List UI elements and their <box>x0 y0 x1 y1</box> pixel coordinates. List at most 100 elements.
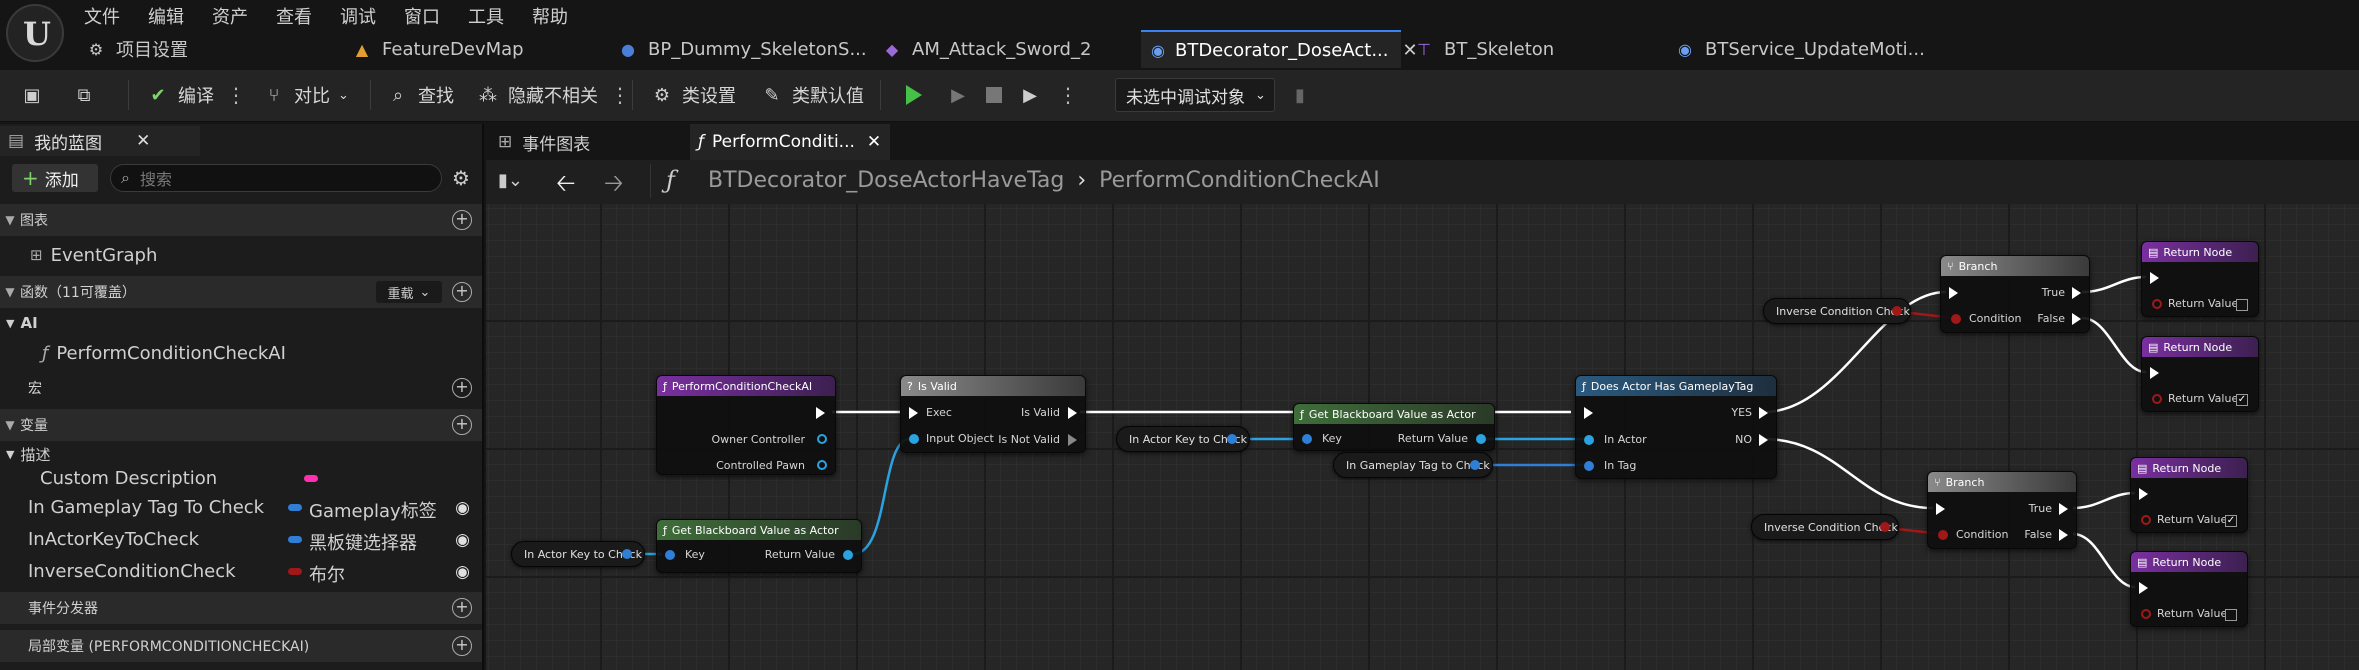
condition-pin[interactable] <box>1938 530 1948 540</box>
return-value-checkbox[interactable]: ✓ <box>2236 394 2248 406</box>
node-header: ƒ Get Blackboard Value as Actor <box>1294 404 1494 424</box>
wire-exec-true-return3 <box>2072 491 2136 510</box>
owner-pin[interactable] <box>817 434 827 444</box>
node-branch-1[interactable]: ⑂ Branch True Condition False <box>1940 255 2090 333</box>
node-header: ▤ Return Node <box>2131 552 2247 572</box>
pin-label: Owner Controller <box>711 433 805 446</box>
node-return-3[interactable]: ▤ Return Node Return Value ✓ <box>2130 457 2248 533</box>
exec-out-pin[interactable] <box>2072 313 2081 325</box>
node-get-blackboard-1[interactable]: ƒ Get Blackboard Value as Actor Key Retur… <box>656 519 862 573</box>
node-title: Does Actor Has GameplayTag <box>1590 379 1754 393</box>
pin-label: False <box>2037 312 2065 325</box>
var-node-actor-key-1[interactable]: In Actor Key to Check <box>511 541 645 567</box>
exec-out-pin[interactable] <box>2072 287 2081 299</box>
var-out-pin[interactable] <box>622 549 632 559</box>
exec-in-pin[interactable] <box>2139 582 2148 594</box>
var-label: Inverse Condition Check <box>1776 304 1910 318</box>
exec-in-pin[interactable] <box>909 407 918 419</box>
node-return-2[interactable]: ▤ Return Node Return Value ✓ <box>2141 336 2259 412</box>
function-icon: ƒ <box>1582 379 1586 393</box>
node-title: Get Blackboard Value as Actor <box>1308 407 1476 421</box>
pin-label: Input Object <box>926 432 994 445</box>
pin-label: Return Value <box>2168 297 2239 310</box>
node-header: ⑂ Branch <box>1941 256 2089 276</box>
var-out-pin[interactable] <box>1880 522 1890 532</box>
pin-label: YES <box>1731 406 1752 419</box>
exec-in-pin[interactable] <box>1936 503 1945 515</box>
exec-in-pin[interactable] <box>2150 272 2159 284</box>
return-value-checkbox[interactable] <box>2236 299 2248 311</box>
object-in-pin[interactable] <box>909 434 919 444</box>
exec-out-pin[interactable] <box>816 407 825 419</box>
var-label: In Gameplay Tag to Check <box>1346 458 1490 472</box>
return-value-pin[interactable] <box>2152 299 2162 309</box>
var-node-gameplay-tag[interactable]: In Gameplay Tag to Check <box>1333 452 1493 478</box>
node-title: Is Valid <box>917 379 957 393</box>
blueprint-editor: U 文件 编辑 资产 查看 调试 窗口 工具 帮助 ⚙ 项目设置 ▲ Feature… <box>0 0 2359 670</box>
node-return-1[interactable]: ▤ Return Node Return Value <box>2141 241 2259 317</box>
node-title: PerformConditionCheckAI <box>671 379 813 393</box>
question-icon: ? <box>907 379 913 393</box>
var-node-inverse-1[interactable]: Inverse Condition Check <box>1763 298 1911 324</box>
wire-exec-no-branch2 <box>1763 437 1934 510</box>
node-title: Get Blackboard Value as Actor <box>671 523 839 537</box>
node-is-valid[interactable]: ? Is Valid Exec Is Valid Input Object Is … <box>900 375 1086 453</box>
return-icon: ▤ <box>2148 340 2159 354</box>
pin-label: Is Not Valid <box>998 433 1060 446</box>
exec-out-pin[interactable] <box>1759 407 1768 419</box>
node-header: ƒ Get Blackboard Value as Actor <box>657 520 861 540</box>
key-pin[interactable] <box>665 550 675 560</box>
node-title: Return Node <box>2152 461 2222 475</box>
var-out-pin[interactable] <box>1227 434 1237 444</box>
return-icon: ▤ <box>2137 461 2148 475</box>
var-out-pin[interactable] <box>1470 460 1480 470</box>
pin-label: Condition <box>1956 528 2009 541</box>
node-header: ? Is Valid <box>901 376 1085 396</box>
node-header: ⑂ Branch <box>1928 472 2076 492</box>
pawn-pin[interactable] <box>817 460 827 470</box>
node-return-4[interactable]: ▤ Return Node Return Value <box>2130 551 2248 627</box>
return-value-pin[interactable] <box>2141 609 2151 619</box>
node-branch-2[interactable]: ⑂ Branch True Condition False <box>1927 471 2077 549</box>
wire-exec-false-return4 <box>2072 532 2136 589</box>
exec-in-pin[interactable] <box>2139 488 2148 500</box>
condition-pin[interactable] <box>1951 314 1961 324</box>
exec-in-pin[interactable] <box>1584 407 1593 419</box>
var-node-inverse-2[interactable]: Inverse Condition Check <box>1751 514 1899 540</box>
return-value-checkbox[interactable] <box>2225 609 2237 621</box>
exec-out-pin[interactable] <box>1068 434 1077 446</box>
exec-out-pin[interactable] <box>2059 503 2068 515</box>
exec-in-pin[interactable] <box>2150 367 2159 379</box>
function-icon: ƒ <box>663 523 667 537</box>
node-title: Return Node <box>2163 245 2233 259</box>
function-icon: ƒ <box>663 379 667 393</box>
exec-out-pin[interactable] <box>2059 529 2068 541</box>
pin-label: Return Value <box>2157 607 2228 620</box>
pin-label: In Actor <box>1604 433 1647 446</box>
actor-pin[interactable] <box>1584 435 1594 445</box>
pin-label: False <box>2024 528 2052 541</box>
return-pin[interactable] <box>1476 434 1486 444</box>
exec-out-pin[interactable] <box>1759 434 1768 446</box>
var-label: Inverse Condition Check <box>1764 520 1898 534</box>
return-value-checkbox[interactable]: ✓ <box>2225 515 2237 527</box>
node-header: ▤ Return Node <box>2142 242 2258 262</box>
node-entry[interactable]: ƒ PerformConditionCheckAI Owner Controlle… <box>656 375 836 475</box>
node-does-actor-has-tag[interactable]: ƒ Does Actor Has GameplayTag YES In Actor… <box>1575 375 1777 479</box>
pin-label: Return Value <box>1397 432 1468 445</box>
var-out-pin[interactable] <box>1892 306 1902 316</box>
node-header: ƒ Does Actor Has GameplayTag <box>1576 376 1776 396</box>
exec-out-pin[interactable] <box>1068 407 1077 419</box>
return-pin[interactable] <box>843 550 853 560</box>
pin-label: Is Valid <box>1021 406 1060 419</box>
pin-label: Exec <box>926 406 952 419</box>
exec-in-pin[interactable] <box>1949 287 1958 299</box>
return-icon: ▤ <box>2148 245 2159 259</box>
function-icon: ƒ <box>1300 407 1304 421</box>
node-get-blackboard-2[interactable]: ƒ Get Blackboard Value as Actor Key Retur… <box>1293 403 1495 451</box>
key-pin[interactable] <box>1302 434 1312 444</box>
var-node-actor-key-2[interactable]: In Actor Key to Check <box>1116 426 1250 452</box>
return-value-pin[interactable] <box>2152 394 2162 404</box>
tag-pin[interactable] <box>1584 461 1594 471</box>
return-value-pin[interactable] <box>2141 515 2151 525</box>
